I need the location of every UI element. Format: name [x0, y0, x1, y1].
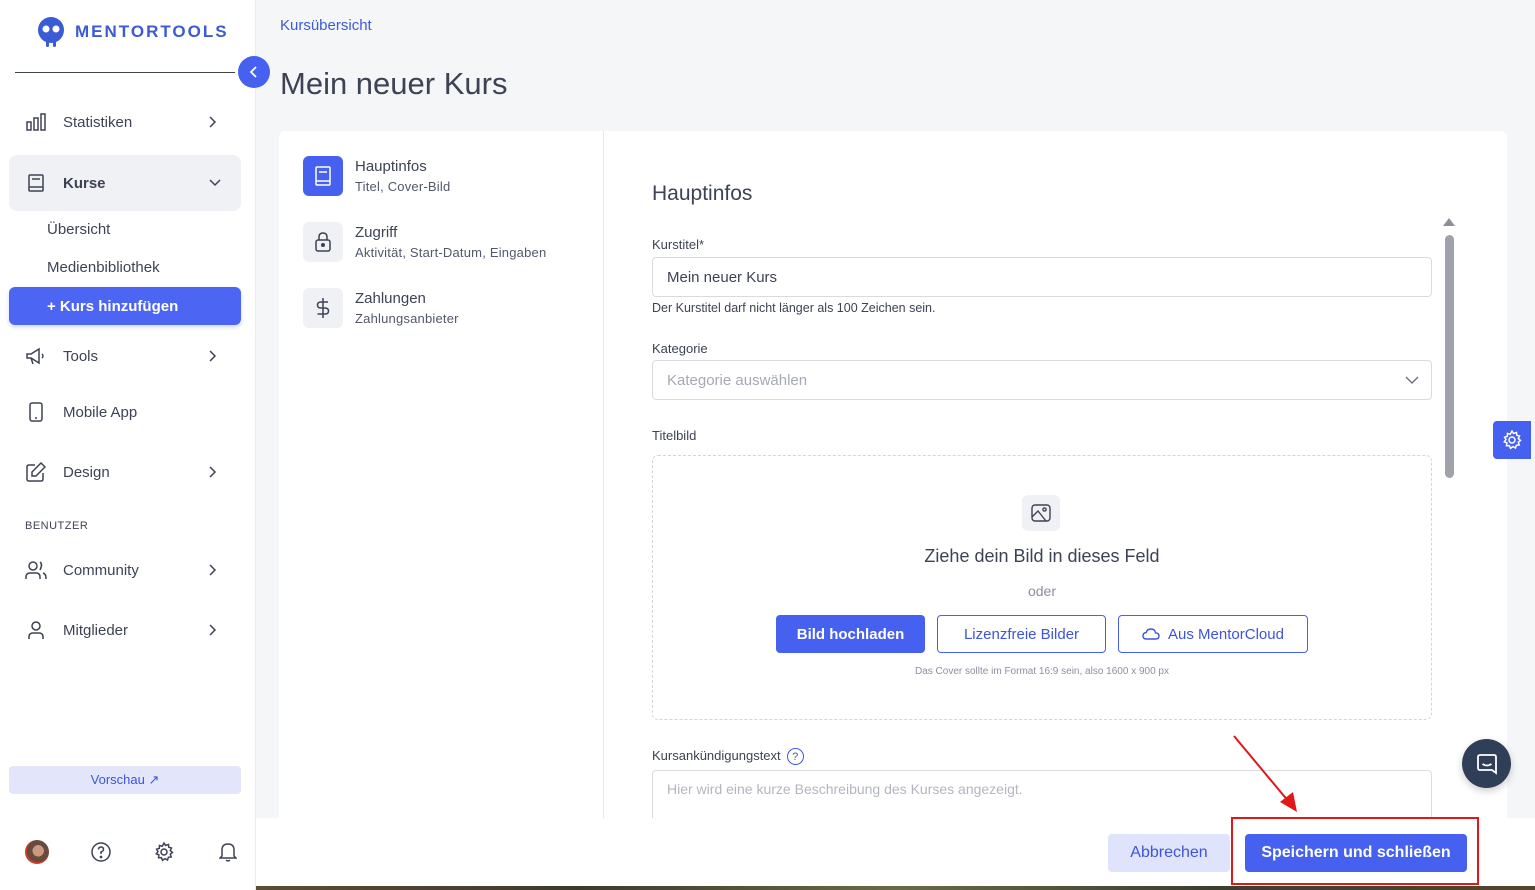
chevron-right-icon: [209, 349, 223, 363]
megaphone-icon: [25, 345, 47, 367]
sidebar-divider: [15, 72, 235, 73]
course-title-label: Kurstitel*: [652, 237, 705, 252]
sidebar-item-label: Design: [63, 463, 110, 481]
chevron-down-icon: [1405, 376, 1419, 384]
bell-icon[interactable]: [216, 840, 240, 864]
steps-panel: Hauptinfos Titel, Cover-Bild Zugriff Akt…: [279, 131, 604, 821]
chevron-right-icon: [209, 563, 223, 577]
category-select[interactable]: Kategorie auswählen: [652, 360, 1432, 400]
dropzone-title: Ziehe dein Bild in dieses Feld: [924, 546, 1160, 566]
sidebar-item-mobile-app[interactable]: Mobile App: [9, 388, 241, 436]
sidebar-item-kurse[interactable]: Kurse: [9, 155, 241, 211]
step-zugriff[interactable]: Zugriff Aktivität, Start-Datum, Eingaben: [303, 222, 546, 262]
step-subtitle: Titel, Cover-Bild: [355, 179, 451, 194]
add-course-button[interactable]: + Kurs hinzufügen: [9, 287, 241, 325]
settings-fab[interactable]: [1493, 421, 1531, 459]
avatar[interactable]: [25, 840, 49, 864]
annotation-highlight-box: [1231, 817, 1479, 885]
sidebar: MENTORTOOLS Statistiken Kurse Übersicht …: [0, 0, 256, 890]
upload-image-button[interactable]: Bild hochladen: [776, 615, 925, 653]
collapse-sidebar-button[interactable]: [238, 56, 270, 88]
brand-name: MENTORTOOLS: [75, 22, 229, 41]
free-images-button[interactable]: Lizenzfreie Bilder: [937, 615, 1106, 653]
sidebar-item-label: Tools: [63, 347, 99, 365]
sidebar-item-label: Mobile App: [63, 403, 138, 421]
chevron-right-icon: [209, 465, 223, 479]
sidebar-item-design[interactable]: Design: [9, 448, 241, 496]
chat-launcher[interactable]: [1462, 739, 1511, 788]
mentorcloud-button[interactable]: Aus MentorCloud: [1118, 615, 1308, 653]
cancel-button[interactable]: Abbrechen: [1108, 834, 1230, 872]
step-zahlungen[interactable]: Zahlungen Zahlungsanbieter: [303, 288, 459, 328]
help-icon[interactable]: [89, 840, 113, 864]
preview-button[interactable]: Vorschau ↗: [9, 766, 241, 794]
chevron-down-icon: [209, 176, 223, 190]
sidebar-item-mitglieder[interactable]: Mitglieder: [9, 606, 241, 654]
dropzone-or: oder: [1027, 583, 1057, 599]
step-title: Zugriff: [355, 224, 398, 241]
page-title: Mein neuer Kurs: [280, 66, 508, 101]
sidebar-item-community[interactable]: Community: [9, 546, 241, 594]
scroll-up-arrow[interactable]: [1443, 218, 1455, 226]
scrollbar-thumb[interactable]: [1445, 235, 1454, 478]
cover-format-note: Das Cover sollte im Format 16:9 sein, al…: [914, 666, 1169, 677]
chat-icon: [1476, 753, 1497, 775]
annotation-arrow-icon: [1233, 735, 1297, 812]
smartphone-icon: [25, 401, 47, 423]
book-icon: [25, 172, 47, 194]
cover-image-label: Titelbild: [652, 428, 697, 443]
gear-icon: [1503, 430, 1522, 450]
edit-icon: [25, 461, 47, 483]
sidebar-item-label: Kurse: [63, 174, 106, 192]
course-title-hint: Der Kurstitel darf nicht länger als 100 …: [652, 301, 936, 315]
sidebar-subitem-uebersicht[interactable]: Übersicht: [47, 221, 110, 238]
announcement-label: Kursankündigungstext?: [652, 748, 804, 766]
form-section-title: Hauptinfos: [652, 182, 753, 205]
step-title: Zahlungen: [355, 290, 426, 307]
sidebar-item-label: Community: [63, 561, 139, 579]
lock-icon: [303, 222, 343, 262]
category-select-placeholder: Kategorie auswählen: [667, 371, 808, 389]
robot-logo-icon: [38, 17, 64, 47]
step-subtitle: Aktivität, Start-Datum, Eingaben: [355, 245, 547, 260]
users-icon: [25, 559, 47, 581]
section-label-benutzer: BENUTZER: [25, 520, 89, 532]
chevron-right-icon: [209, 115, 223, 129]
announcement-label-text: Kursankündigungstext: [652, 748, 781, 763]
sidebar-subitem-medienbibliothek[interactable]: Medienbibliothek: [47, 259, 160, 276]
cloud-icon: [1142, 628, 1160, 640]
category-label: Kategorie: [652, 341, 708, 356]
sidebar-item-statistiken[interactable]: Statistiken: [9, 98, 241, 146]
sidebar-item-label: Statistiken: [63, 113, 133, 131]
sidebar-bottom-bar: [25, 840, 240, 864]
image-icon: [1022, 495, 1060, 531]
step-title: Hauptinfos: [355, 158, 427, 175]
bar-chart-icon: [25, 111, 47, 133]
question-icon[interactable]: ?: [786, 748, 804, 766]
breadcrumb[interactable]: Kursübersicht: [280, 17, 372, 34]
mentorcloud-button-label: Aus MentorCloud: [1168, 625, 1284, 643]
dollar-icon: [303, 288, 343, 328]
chevron-right-icon: [209, 623, 223, 637]
step-subtitle: Zahlungsanbieter: [355, 311, 459, 326]
course-title-input[interactable]: Mein neuer Kurs: [652, 257, 1432, 297]
background-strip: [256, 886, 1535, 890]
chevron-left-icon: [249, 66, 257, 78]
user-icon: [25, 619, 47, 641]
step-hauptinfos[interactable]: Hauptinfos Titel, Cover-Bild: [303, 156, 450, 196]
gear-icon[interactable]: [152, 840, 176, 864]
book-icon: [303, 156, 343, 196]
sidebar-item-tools[interactable]: Tools: [9, 332, 241, 380]
sidebar-item-label: Mitglieder: [63, 621, 129, 639]
logo[interactable]: MENTORTOOLS: [35, 16, 229, 48]
